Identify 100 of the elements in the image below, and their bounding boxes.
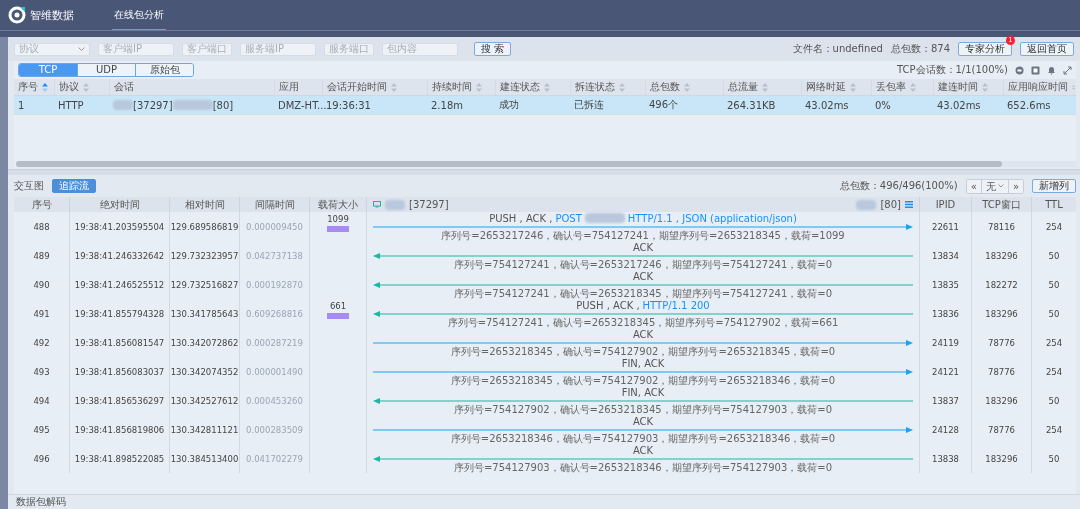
sort-icon[interactable] (42, 82, 48, 92)
column-header: IPID (935, 199, 956, 210)
table-cell: 0% (875, 99, 891, 111)
export-icon[interactable] (1031, 65, 1040, 75)
session-row[interactable]: 1 HTTP [37297] [80] DMZ-HT...19:36:31 2.18m 成功 已拆连 496个 264.31KB 43.02ms 0% 43.02ms 652.6ms (14, 96, 1076, 115)
table-cell: 0.000287219 (246, 337, 303, 348)
sort-icon[interactable] (910, 82, 916, 92)
column-header[interactable]: 建连时间 (938, 80, 978, 94)
packet-count-text: 总包数：496/496(100%) (839, 179, 958, 193)
search-button[interactable]: 搜 索 (474, 42, 512, 56)
packet-flags: ACK (632, 444, 654, 456)
follow-stream-button[interactable]: 追踪流 (52, 179, 96, 193)
column-header[interactable]: 会话开始时间 (327, 80, 387, 94)
logo-text: 智维数据 (30, 7, 74, 23)
table-cell: 0.000192870 (246, 279, 303, 290)
table-cell: 24121 (931, 366, 959, 377)
table-cell: 183296 (985, 250, 1018, 261)
column-header[interactable]: 持续时间 (432, 80, 472, 94)
add-column-button[interactable]: 新增列 (1032, 179, 1076, 193)
list-icon[interactable] (905, 201, 913, 208)
table-cell: 19:38:41.856819806 (74, 424, 165, 435)
table-cell: 492 (33, 337, 50, 348)
sort-icon[interactable] (476, 82, 482, 92)
table-cell: 0.000283509 (246, 424, 303, 435)
client-port-text: [37297] (409, 199, 449, 210)
table-cell: 130.341785643 (170, 308, 239, 319)
column-header[interactable]: 应用 (279, 80, 299, 94)
column-header[interactable]: 总流量 (728, 80, 758, 94)
total-packets-text: 总包数：874 (890, 42, 950, 56)
nav-tab[interactable]: 在线包分析 (112, 0, 166, 30)
column-header[interactable]: 序号 (18, 80, 38, 94)
column-header[interactable]: 会话 (114, 80, 134, 94)
table-cell: 264.31KB (727, 99, 776, 111)
table-cell: 129.732323957 (170, 250, 239, 261)
column-header[interactable]: 协议 (59, 80, 79, 94)
column-header[interactable]: 拆连状态 (575, 80, 615, 94)
table-cell: 78776 (987, 366, 1015, 377)
table-cell: 488 (33, 221, 50, 232)
packet-detail: 序列号=754127241，确认号=2653217246，期望序列号=754127241，载荷=0 (454, 258, 832, 270)
table-cell: 19:38:41.898522085 (74, 453, 165, 464)
packet-flags: PUSH , ACK , (489, 212, 553, 224)
packet-flags: ACK (632, 415, 654, 427)
column-header[interactable]: 丢包率 (876, 80, 906, 94)
decode-panel-bar[interactable]: 数据包解码 (8, 494, 1080, 509)
table-cell: 495 (33, 424, 50, 435)
column-header[interactable]: 总包数 (650, 80, 680, 94)
table-cell: 130.342072862 (170, 337, 239, 348)
sort-icon[interactable] (619, 82, 625, 92)
packet-flags: ACK (632, 270, 654, 282)
sort-icon[interactable] (391, 82, 397, 92)
table-cell: 50 (1048, 279, 1060, 290)
record-icon[interactable] (1015, 65, 1024, 75)
table-cell: 22611 (931, 221, 959, 232)
table-cell: 183296 (985, 308, 1018, 319)
sort-icon[interactable] (762, 82, 768, 92)
table-cell: 0.609268816 (246, 308, 303, 319)
splitter-handle[interactable] (8, 169, 1080, 175)
table-cell: 19:38:41.856081547 (74, 337, 165, 348)
table-cell: 13836 (931, 308, 959, 319)
sort-icon[interactable] (850, 82, 856, 92)
table-cell: 494 (33, 395, 50, 406)
table-cell: 182272 (985, 279, 1018, 290)
table-cell: 0.042737138 (246, 250, 303, 261)
table-cell: 13838 (931, 453, 959, 464)
table-cell: 19:38:41.246332642 (74, 250, 165, 261)
table-cell: 13837 (931, 395, 959, 406)
sort-icon[interactable] (684, 82, 690, 92)
scroll-bar[interactable] (16, 161, 1076, 167)
tab[interactable]: 原始包 (135, 64, 193, 76)
blurred-area (584, 213, 625, 223)
expert-analysis-button[interactable]: 专家分析 (958, 42, 1012, 56)
packet-detail: 序列号=754127903，确认号=2653218346，期望序列号=754127903，载荷=0 (454, 461, 832, 473)
bell-icon[interactable] (1047, 65, 1056, 75)
column-header: TTL (1045, 199, 1063, 210)
column-header[interactable]: 应用响应时间 (1008, 80, 1068, 94)
expand-icon[interactable] (1063, 65, 1072, 75)
packet-flags: FIN, ACK (621, 386, 665, 398)
home-button[interactable]: 返回首页 (1020, 42, 1074, 56)
table-cell: 19:38:41.203595504 (74, 221, 165, 232)
table-cell: 254 (1045, 366, 1063, 377)
sort-icon[interactable] (83, 82, 89, 92)
packet-detail: 序列号=2653218346，确认号=754127903，期望序列号=2653218346，载荷=0 (450, 432, 836, 444)
previous-button[interactable]: « (966, 179, 981, 193)
table-cell: 1099 (327, 214, 349, 224)
table-cell: 652.6ms (1007, 99, 1051, 111)
table-cell: 254 (1045, 221, 1063, 232)
table-cell: 493 (33, 366, 50, 377)
table-cell: 50 (1048, 395, 1060, 406)
sort-icon[interactable] (982, 82, 988, 92)
page-select[interactable]: 无 (980, 179, 1009, 193)
sort-icon[interactable] (544, 82, 550, 92)
table-cell: 0.000009450 (246, 221, 303, 232)
table-cell: 78776 (987, 424, 1015, 435)
tab[interactable]: UDP (77, 64, 135, 76)
column-header[interactable]: 网络时延 (806, 80, 846, 94)
table-cell: 78776 (987, 337, 1015, 348)
table-cell: [80] (212, 99, 234, 111)
table-cell: 78116 (987, 221, 1015, 232)
table-cell: 19:38:41.856083037 (74, 366, 165, 377)
column-header[interactable]: 建连状态 (500, 80, 540, 94)
